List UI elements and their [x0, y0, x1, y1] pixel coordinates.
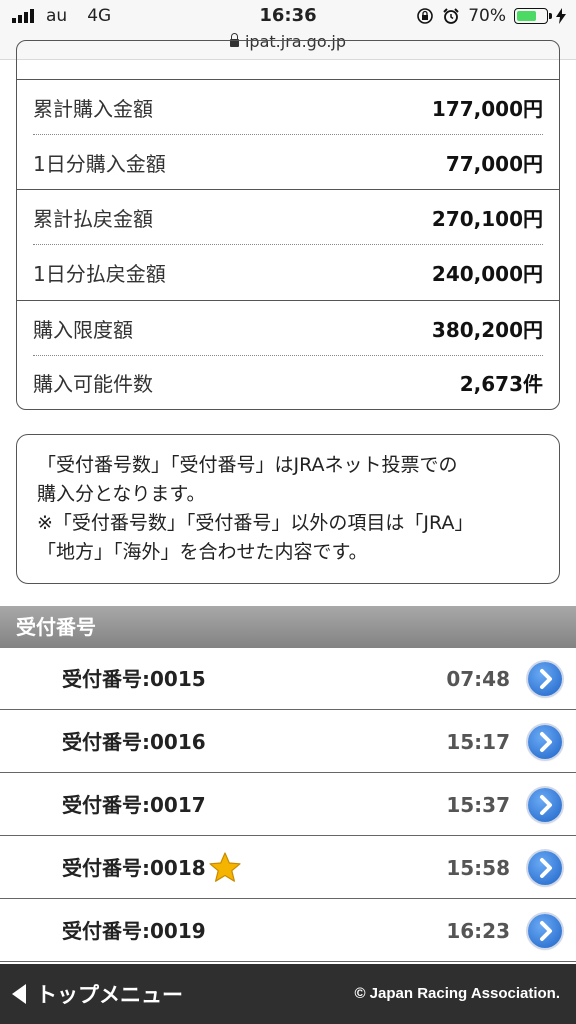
receipt-row[interactable]: 受付番号:0019 16:23: [0, 900, 576, 962]
summary-label: 累計払戻金額: [33, 207, 153, 231]
receipt-time: 15:37: [446, 793, 510, 817]
battery-icon: [514, 8, 552, 24]
receipt-label: 受付番号:0016: [62, 730, 206, 754]
receipt-time: 15:17: [446, 730, 510, 754]
summary-row: 1日分払戻金額 240,000円: [33, 245, 543, 300]
battery-percent: 70%: [468, 6, 506, 26]
receipt-row[interactable]: 受付番号:0016 15:17: [0, 711, 576, 773]
summary-card: 累計購入金額 177,000円 1日分購入金額 77,000円 累計払戻金額 2…: [16, 40, 560, 410]
summary-value: 270,100円: [431, 207, 543, 231]
summary-label: 購入限度額: [33, 318, 133, 342]
receipt-time: 16:23: [446, 919, 510, 943]
summary-value: 77,000円: [445, 152, 543, 176]
status-right: 70%: [416, 6, 566, 26]
receipt-row[interactable]: 受付番号:0015 07:48: [0, 648, 576, 710]
summary-row: 1日分購入金額 77,000円: [33, 135, 543, 190]
summary-label: 1日分購入金額: [33, 152, 166, 176]
battery-level: [517, 11, 536, 21]
copyright-text: © Japan Racing Association.: [354, 985, 560, 1002]
footer-bar: トップメニュー © Japan Racing Association.: [0, 964, 576, 1024]
chevron-right-icon[interactable]: [528, 914, 562, 948]
chevron-right-icon[interactable]: [528, 725, 562, 759]
chevron-right-icon[interactable]: [528, 851, 562, 885]
star-icon: [209, 852, 241, 882]
receipt-row[interactable]: 受付番号:0018 15:58: [0, 837, 576, 899]
notice-line: 購入分となります。: [37, 483, 206, 505]
chevron-right-icon[interactable]: [528, 662, 562, 696]
notice-line: 「地方」「海外」を合わせた内容です。: [37, 541, 368, 563]
top-menu-link[interactable]: トップメニュー: [12, 964, 183, 1024]
summary-row: 購入可能件数 2,673件: [33, 355, 543, 410]
summary-label: 累計購入金額: [33, 97, 153, 121]
receipt-time: 15:58: [446, 856, 510, 880]
receipt-label: 受付番号:0017: [62, 793, 206, 817]
receipts-section-header: 受付番号: [0, 606, 576, 648]
summary-row: 購入限度額 380,200円: [33, 301, 543, 356]
receipt-time: 07:48: [446, 667, 510, 691]
summary-value: 2,673件: [459, 372, 543, 396]
receipt-label: 受付番号:0019: [62, 919, 206, 943]
summary-row: 累計払戻金額 270,100円: [33, 190, 543, 245]
notice-line: ※「受付番号数」「受付番号」以外の項目は「JRA」: [37, 512, 474, 534]
receipt-label: 受付番号:0018: [62, 856, 206, 880]
back-triangle-icon: [12, 984, 26, 1004]
summary-label: 購入可能件数: [33, 372, 153, 396]
notice-line: 「受付番号数」「受付番号」はJRAネット投票での: [37, 454, 458, 476]
notice-box: 「受付番号数」「受付番号」はJRAネット投票での 購入分となります。 ※「受付番…: [16, 434, 560, 584]
summary-row: 累計購入金額 177,000円: [33, 80, 543, 135]
summary-value: 380,200円: [431, 318, 543, 342]
receipt-row[interactable]: 受付番号:0017 15:37: [0, 774, 576, 836]
receipt-label: 受付番号:0015: [62, 667, 206, 691]
chevron-right-icon[interactable]: [528, 788, 562, 822]
summary-value: 240,000円: [431, 262, 543, 286]
alarm-icon: [443, 8, 459, 24]
top-menu-label: トップメニュー: [36, 983, 183, 1007]
rotation-lock-icon: [417, 8, 434, 24]
charging-icon: [556, 8, 566, 24]
summary-value: 177,000円: [431, 97, 543, 121]
summary-label: 1日分払戻金額: [33, 262, 166, 286]
